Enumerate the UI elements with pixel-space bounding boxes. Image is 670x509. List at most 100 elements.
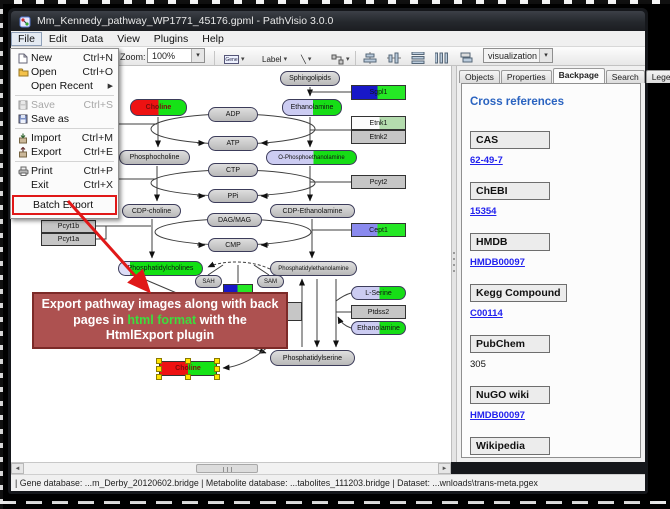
pathway-node-cdp-choline[interactable]: CDP-choline	[122, 204, 181, 218]
distribute-columns-icon[interactable]	[435, 52, 449, 64]
xref-section-pubchem: PubChem 305	[470, 334, 640, 370]
align-middle-icon[interactable]	[387, 52, 401, 64]
pathway-node-ptdss2[interactable]: Ptdss2	[351, 305, 406, 319]
scroll-left-icon[interactable]: ◄	[11, 463, 24, 474]
xref-link[interactable]: 62-49-7	[470, 155, 640, 166]
menu-data[interactable]: Data	[74, 32, 110, 46]
label-tool-button[interactable]: Label ▾	[258, 51, 291, 67]
titlebar[interactable]: Mm_Kennedy_pathway_WP1771_45176.gpml - P…	[11, 11, 645, 31]
pathway-node-dag-mag[interactable]: DAG/MAG	[207, 213, 262, 227]
selection-handle[interactable]	[185, 358, 191, 364]
window-title: Mm_Kennedy_pathway_WP1771_45176.gpml - P…	[37, 15, 333, 27]
chevron-down-icon[interactable]: ▾	[539, 49, 552, 62]
selection-handle[interactable]	[156, 374, 162, 380]
pathway-node-sgpl1[interactable]: Sgpl1	[351, 85, 406, 100]
horizontal-scrollbar[interactable]: ◄ ►	[11, 462, 451, 474]
menu-item-open[interactable]: Open Ctrl+O	[12, 65, 117, 79]
menu-item-exit[interactable]: Exit Ctrl+X	[12, 178, 117, 192]
tab-objects[interactable]: Objects	[459, 70, 500, 83]
xref-link[interactable]: C00114	[470, 308, 640, 319]
menu-edit[interactable]: Edit	[42, 32, 74, 46]
xref-link[interactable]: HMDB00097	[470, 410, 640, 421]
pathway-node-etnk1[interactable]: Etnk1	[351, 116, 406, 130]
zoom-label: Zoom:	[120, 52, 146, 62]
pathway-node-l-serine[interactable]: L-Serine	[351, 286, 406, 300]
pathway-node-sam[interactable]: SAM	[257, 275, 284, 288]
menubar: File Edit Data View Plugins Help	[11, 31, 645, 47]
printer-icon	[15, 166, 31, 176]
pathway-node-etnk2[interactable]: Etnk2	[351, 130, 406, 144]
pathway-node-sah[interactable]: SAH	[195, 275, 222, 288]
pathway-node-ethanolamine[interactable]: Ethanolamine	[282, 99, 342, 116]
datanode-icon: Gene	[224, 55, 239, 64]
pathway-node-choline[interactable]: Choline	[130, 99, 187, 116]
line-tool-button[interactable]: ╲ ▾	[297, 51, 315, 67]
align-center-icon[interactable]	[363, 52, 377, 64]
xref-link[interactable]: 15354	[470, 206, 640, 217]
visualization-combobox[interactable]: visualization ▾	[483, 48, 553, 63]
pathway-node-phosphatidylcholines[interactable]: Phosphatidylcholines	[118, 261, 203, 276]
selection-handle[interactable]	[156, 358, 162, 364]
pathway-node-pcyt1a[interactable]: Pcyt1a	[41, 233, 96, 246]
pathway-node-pcyt2[interactable]: Pcyt2	[351, 175, 406, 189]
export-icon	[15, 147, 31, 158]
scroll-right-icon[interactable]: ►	[438, 463, 451, 474]
pathway-node-ctp[interactable]: CTP	[208, 163, 258, 177]
annotation-highlight: html format	[127, 313, 196, 327]
menu-item-open-recent[interactable]: Open Recent ▶	[12, 79, 117, 93]
xref-source-name: Kegg Compound	[470, 284, 567, 302]
menu-view[interactable]: View	[110, 32, 147, 46]
line-icon: ╲	[301, 55, 306, 64]
menu-item-import[interactable]: Import Ctrl+M	[12, 131, 117, 145]
tab-search[interactable]: Search	[606, 70, 645, 83]
menu-help[interactable]: Help	[195, 32, 231, 46]
connector-tool-button[interactable]: ▾	[327, 51, 354, 67]
xref-source-name: ChEBI	[470, 182, 550, 200]
pathway-node-adp[interactable]: ADP	[208, 107, 258, 122]
torn-edge-bottom	[0, 501, 670, 504]
pathway-node-o-phosphoethanolamine[interactable]: O-Phosphoethanolamine	[266, 150, 357, 165]
menu-item-new[interactable]: New Ctrl+N	[12, 51, 117, 65]
xref-section-nugo: NuGO wiki HMDB00097	[470, 385, 640, 421]
xref-source-name: HMDB	[470, 233, 550, 251]
scrollbar-thumb[interactable]	[196, 464, 258, 473]
xref-link[interactable]: HMDB00097	[470, 257, 640, 268]
pathway-node-pcyt1b[interactable]: Pcyt1b	[41, 220, 96, 233]
pathway-node-cdp-ethanolamine[interactable]: CDP-Ethanolamine	[270, 204, 355, 218]
distribute-rows-icon[interactable]	[411, 52, 425, 64]
selection-handle[interactable]	[185, 374, 191, 380]
cross-references-heading: Cross references	[470, 96, 640, 108]
menu-item-batch-export[interactable]: Batch Export	[14, 198, 115, 212]
tab-legend[interactable]: Legend	[646, 70, 670, 83]
selection-handle[interactable]	[214, 366, 220, 372]
selection-handle[interactable]	[156, 366, 162, 372]
pathway-node-ppi[interactable]: PPi	[208, 189, 258, 203]
label-tool-text: Label	[262, 55, 282, 64]
pathway-node-phosphatidylethanolamine[interactable]: Phosphatidylethanolamine	[270, 261, 357, 276]
pathway-node-phosphatidylserine[interactable]: Phosphatidylserine	[270, 350, 355, 366]
menu-item-export[interactable]: Export Ctrl+E	[12, 145, 117, 159]
pathway-node-sphingolipids[interactable]: Sphingolipids	[280, 71, 340, 86]
menu-file[interactable]: File	[11, 32, 42, 46]
pathway-node-cept1[interactable]: Cept1	[351, 223, 406, 237]
menu-plugins[interactable]: Plugins	[147, 32, 195, 46]
statusbar: | Gene database: ...m_Derby_20120602.bri…	[11, 474, 645, 491]
selection-handle[interactable]	[214, 374, 220, 380]
tab-backpage[interactable]: Backpage	[553, 68, 605, 83]
statusbar-text: | Gene database: ...m_Derby_20120602.bri…	[15, 478, 538, 488]
zoom-combobox[interactable]: 100% ▾	[147, 48, 205, 63]
stack-icon[interactable]	[459, 52, 473, 64]
pathway-node-phosphocholine[interactable]: Phosphocholine	[119, 150, 190, 165]
gene-datanode-button[interactable]: Gene ▾	[220, 51, 249, 67]
pathway-node-cmp[interactable]: CMP	[208, 238, 258, 252]
menu-item-save[interactable]: Save Ctrl+S	[12, 98, 117, 112]
backpage-content: Cross references CAS 62-49-7 ChEBI 15354…	[461, 83, 641, 458]
pathway-node-ethanolamine-2[interactable]: Ethanolamine	[351, 321, 406, 335]
selection-handle[interactable]	[214, 358, 220, 364]
tab-properties[interactable]: Properties	[501, 70, 552, 83]
pathway-node-atp[interactable]: ATP	[208, 136, 258, 151]
chevron-down-icon[interactable]: ▾	[191, 49, 204, 62]
menu-item-print[interactable]: Print Ctrl+P	[12, 164, 117, 178]
menu-item-save-as[interactable]: Save as	[12, 112, 117, 126]
xref-section-kegg: Kegg Compound C00114	[470, 283, 640, 319]
